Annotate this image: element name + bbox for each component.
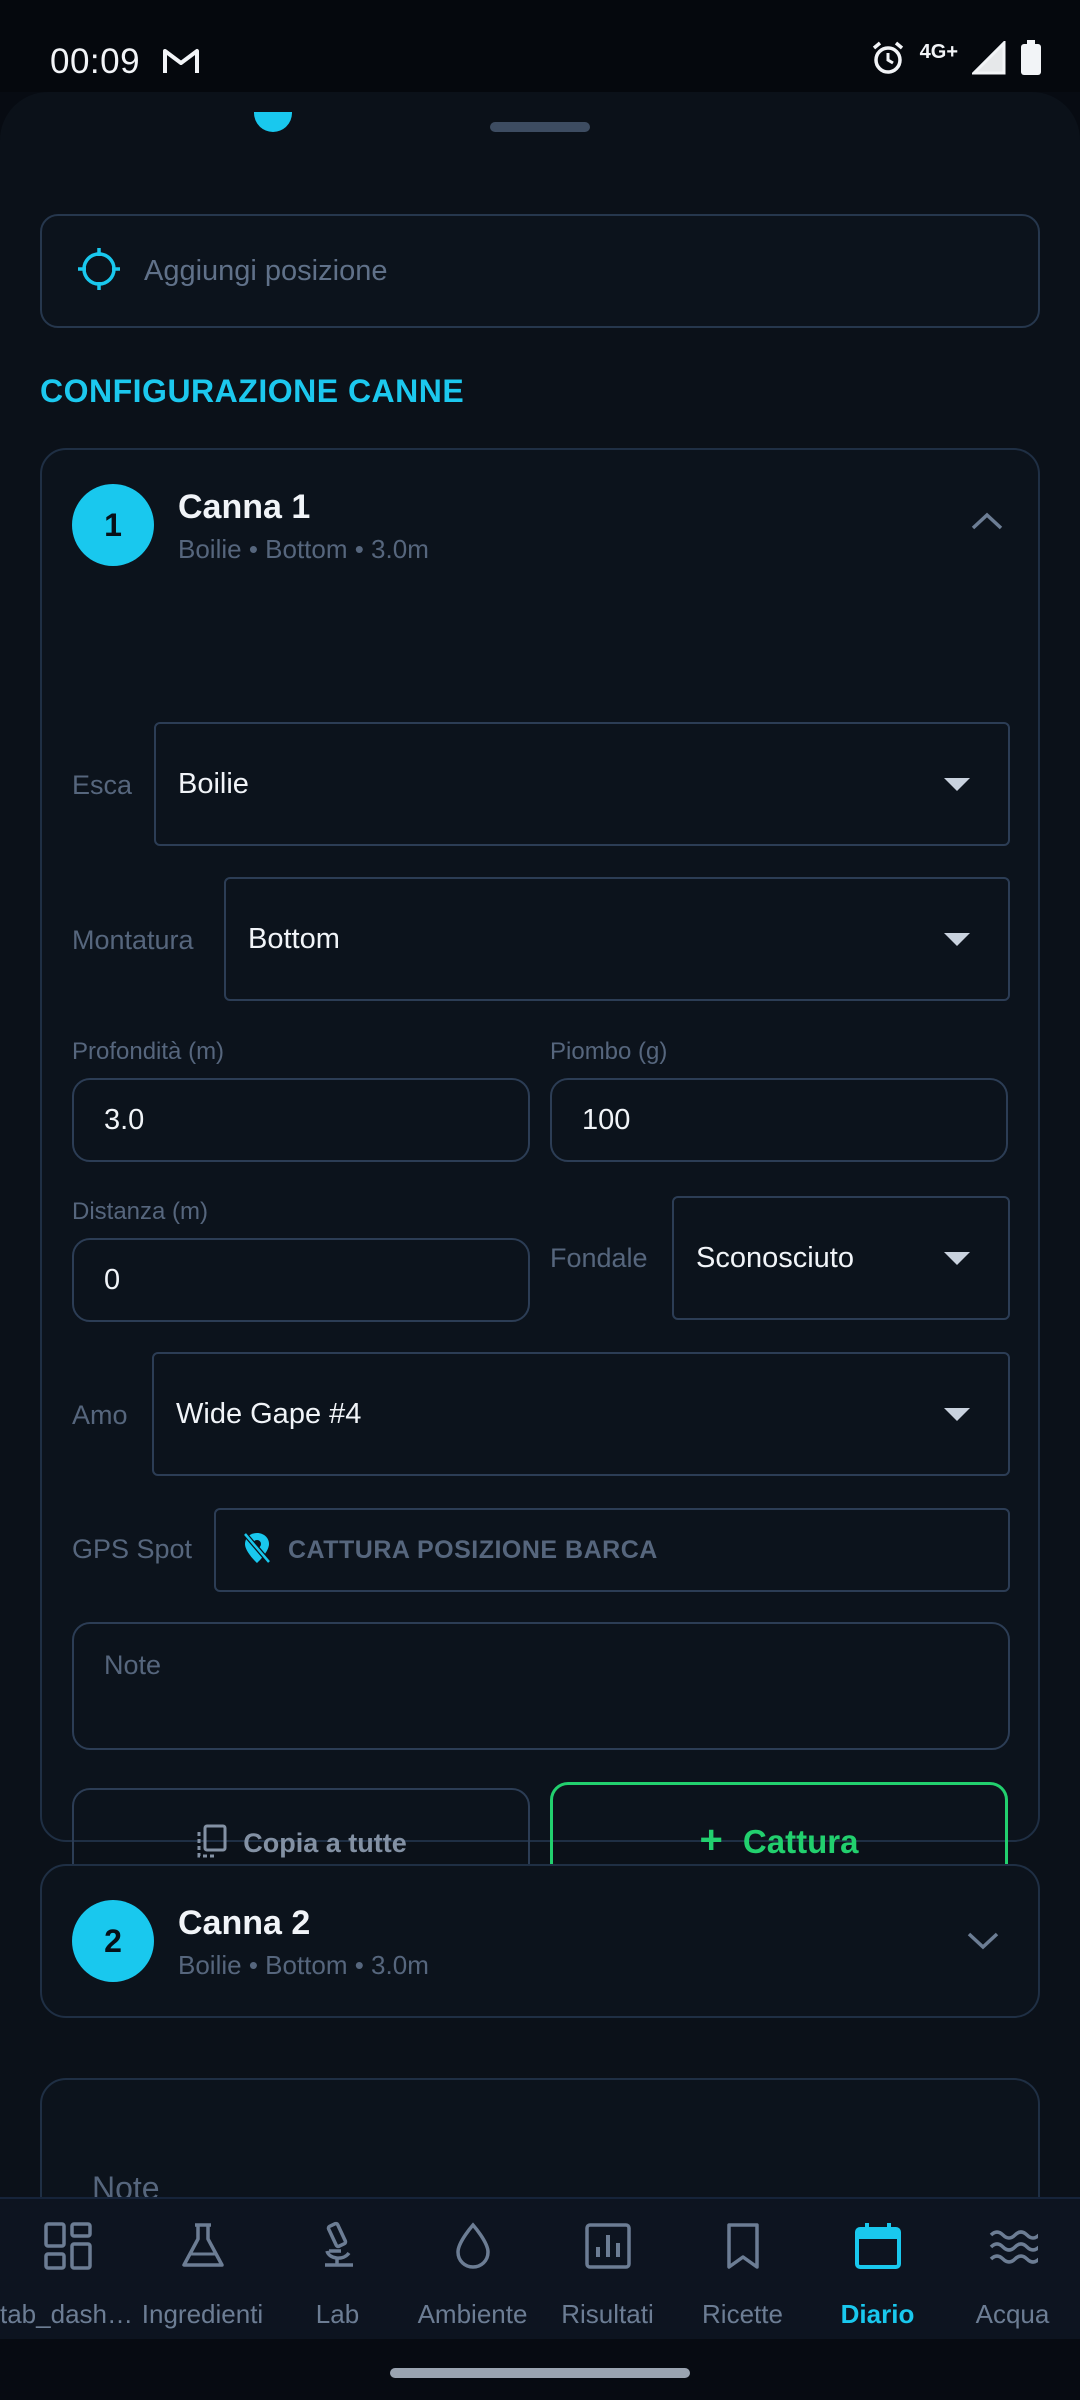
rod-card-1-header[interactable]: 1 Canna 1 Boilie • Bottom • 3.0m: [42, 450, 1042, 600]
dropdown-arrow-icon: [944, 1408, 970, 1421]
nav-item-recipes[interactable]: Ricette: [675, 2199, 810, 2341]
lead-weight-input[interactable]: 100: [550, 1078, 1008, 1162]
plus-icon: +: [699, 1817, 723, 1862]
nav-label: Acqua: [975, 2299, 1050, 2329]
alarm-icon: [870, 40, 906, 81]
nav-item-lab[interactable]: Lab: [270, 2199, 405, 2341]
signal-icon: [970, 39, 1006, 80]
flask-icon: [182, 2223, 224, 2267]
capture-boat-position-button[interactable]: CATTURA POSIZIONE BARCA: [214, 1508, 1010, 1592]
rig-select[interactable]: Bottom: [224, 877, 1010, 1001]
rod-note-input[interactable]: Note: [72, 1622, 1010, 1750]
lakebed-label: Fondale: [550, 1243, 648, 1273]
nav-label: Diario: [840, 2299, 915, 2329]
lead-label: Piombo (g): [550, 1038, 668, 1065]
rod-card-1: 1 Canna 1 Boilie • Bottom • 3.0m Esca Bo…: [40, 448, 1042, 1902]
session-notes-title: Note: [92, 2170, 160, 2200]
sheet-drag-handle[interactable]: [490, 122, 590, 132]
section-title: CONFIGURAZIONE CANNE: [40, 373, 465, 409]
lead-value: 100: [582, 1103, 631, 1136]
dropdown-arrow-icon: [944, 778, 970, 791]
dropdown-arrow-icon: [944, 1252, 970, 1265]
nav-item-dashboard[interactable]: tab_dashboard: [0, 2199, 135, 2341]
nav-label: Lab: [315, 2299, 360, 2329]
distance-label: Distanza (m): [72, 1198, 209, 1225]
location-off-icon: [242, 1531, 272, 1570]
copy-to-all-label: Copia a tutte: [243, 1827, 407, 1858]
waves-icon: [989, 2230, 1038, 2264]
depth-input[interactable]: 3.0: [72, 1078, 530, 1162]
rig-value: Bottom: [248, 922, 340, 955]
hook-select[interactable]: Wide Gape #4: [152, 1352, 1010, 1476]
nav-label: Risultati: [561, 2299, 654, 2329]
rod-summary: Boilie • Bottom • 3.0m: [178, 534, 429, 564]
calendar-icon: [855, 2223, 901, 2269]
hook-value: Wide Gape #4: [176, 1397, 362, 1430]
distance-value: 0: [104, 1263, 121, 1296]
bait-label: Esca: [72, 770, 133, 800]
dashboard-grid-icon: [44, 2222, 92, 2270]
nav-label: Ingredienti: [141, 2299, 264, 2329]
session-notes-card[interactable]: Note: [40, 2078, 1040, 2200]
network-type: 4G+: [919, 41, 958, 63]
scroll-peek-indicator: [254, 112, 292, 132]
bottom-navigation: tab_dashboard Ingredienti Lab Ambiente R…: [0, 2197, 1080, 2339]
chevron-down-icon[interactable]: [966, 1930, 1000, 1957]
add-location-field[interactable]: Aggiungi posizione: [40, 214, 1040, 328]
nav-item-ingredients[interactable]: Ingredienti: [135, 2199, 270, 2341]
bookmark-icon: [727, 2223, 759, 2269]
nav-item-environment[interactable]: Ambiente: [405, 2199, 540, 2341]
gps-label: GPS Spot: [72, 1534, 193, 1564]
add-location-placeholder: Aggiungi posizione: [144, 254, 388, 287]
bait-select[interactable]: Boilie: [154, 722, 1010, 846]
status-bar: 00:09 4G+: [0, 0, 1080, 92]
nav-label: Ricette: [702, 2299, 783, 2329]
capture-boat-position-label: CATTURA POSIZIONE BARCA: [288, 1535, 658, 1564]
rod-title: Canna 1: [178, 488, 311, 526]
status-time: 00:09: [50, 42, 141, 81]
water-drop-icon: [456, 2222, 490, 2269]
rod-note-placeholder: Note: [104, 1650, 162, 1680]
hook-label: Amo: [72, 1400, 128, 1430]
nav-item-results[interactable]: Risultati: [540, 2199, 675, 2341]
gesture-area: [0, 2339, 1080, 2400]
catch-label: Cattura: [742, 1823, 859, 1860]
rod-number-badge: 2: [72, 1900, 154, 1982]
depth-value: 3.0: [104, 1103, 145, 1136]
copy-icon: [195, 1824, 227, 1863]
lakebed-value: Sconosciuto: [696, 1241, 854, 1274]
battery-icon: [1020, 40, 1042, 81]
rod-title: Canna 2: [178, 1904, 311, 1942]
rod-card-2[interactable]: 2 Canna 2 Boilie • Bottom • 3.0m: [40, 1864, 1040, 2018]
nav-label: tab_dashboard: [0, 2299, 135, 2329]
nav-item-water[interactable]: Acqua: [945, 2199, 1080, 2341]
bait-value: Boilie: [178, 767, 249, 800]
chevron-up-icon[interactable]: [970, 510, 1004, 537]
depth-label: Profondità (m): [72, 1038, 225, 1065]
lakebed-select[interactable]: Sconosciuto: [672, 1196, 1010, 1320]
rod-summary: Boilie • Bottom • 3.0m: [178, 1950, 429, 1980]
rod-number-badge: 1: [72, 484, 154, 566]
bottom-sheet: Aggiungi posizione CONFIGURAZIONE CANNE …: [0, 92, 1080, 2200]
distance-input[interactable]: 0: [72, 1238, 530, 1322]
dropdown-arrow-icon: [944, 933, 970, 946]
nav-label: Ambiente: [417, 2299, 528, 2329]
bar-chart-icon: [585, 2223, 631, 2269]
home-gesture-bar[interactable]: [390, 2368, 690, 2378]
crosshair-icon: [76, 246, 122, 297]
microscope-icon: [325, 2221, 353, 2267]
nav-item-diary[interactable]: Diario: [810, 2199, 945, 2341]
rig-label: Montatura: [72, 925, 194, 955]
gmail-icon: [162, 46, 200, 81]
